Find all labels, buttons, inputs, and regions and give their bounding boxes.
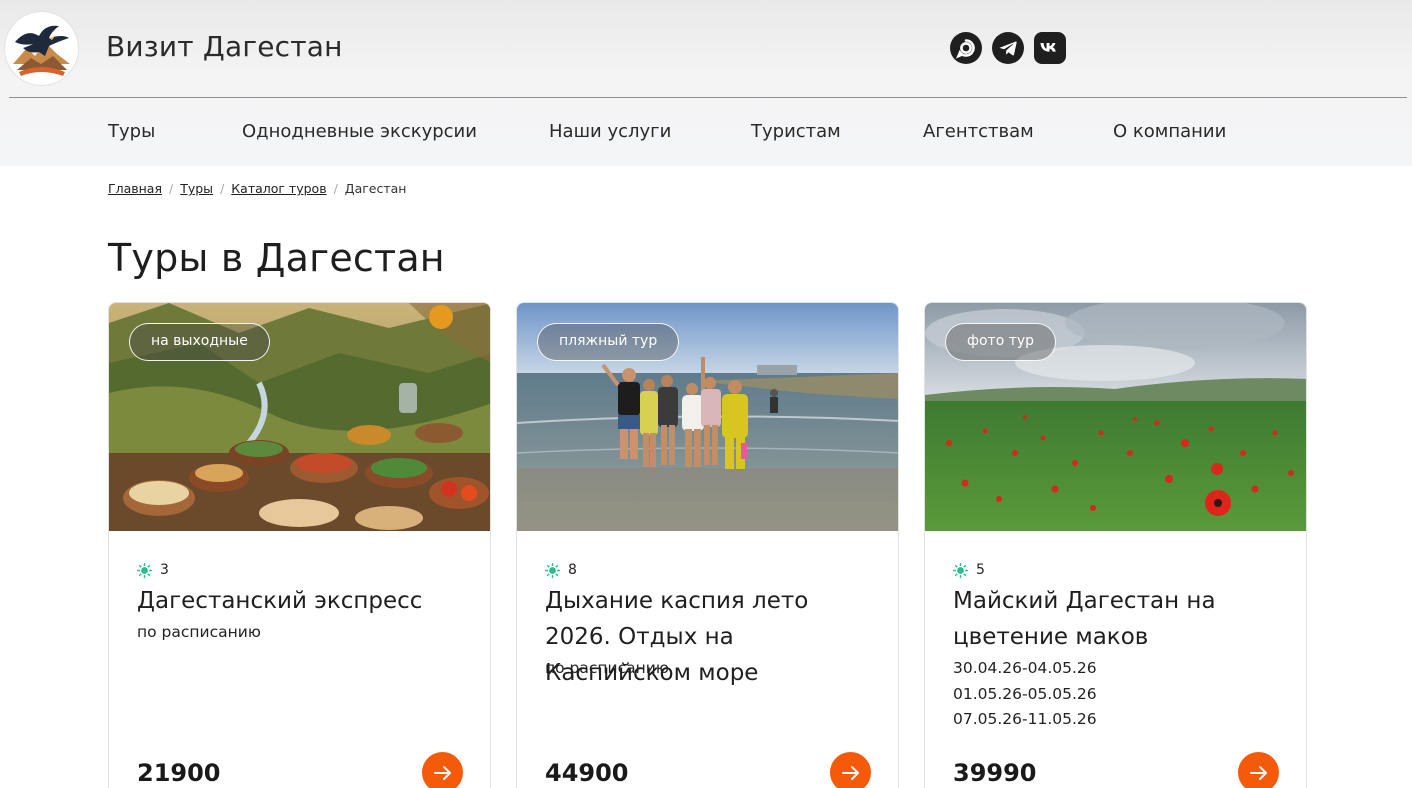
nav-item-tourists[interactable]: Туристам	[751, 121, 841, 142]
site-logo[interactable]	[5, 12, 78, 85]
date-line: 30.04.26-04.05.26	[953, 659, 1097, 677]
page-title: Туры в Дагестан	[108, 236, 445, 280]
tour-card[interactable]: фото тур 5 Майский Дагестан на цветение …	[924, 302, 1307, 788]
card-title[interactable]: Майский Дагестан на цветение маков	[953, 583, 1288, 655]
breadcrumb: Главная / Туры / Каталог туров / Дагеста…	[108, 181, 406, 196]
arrow-right-icon	[1249, 765, 1267, 780]
card-dates: по расписанию	[137, 620, 472, 646]
card-dates: по расписанию	[545, 656, 880, 682]
sun-icon	[545, 562, 560, 578]
card-price: 44900	[545, 759, 629, 787]
eagle-logo-icon	[5, 12, 78, 85]
vk-icon[interactable]	[1034, 32, 1066, 64]
card-badge: на выходные	[129, 323, 270, 361]
nav-item-agencies[interactable]: Агентствам	[923, 121, 1034, 142]
nav-item-services[interactable]: Наши услуги	[549, 121, 671, 142]
arrow-right-icon	[841, 765, 859, 780]
open-tour-button[interactable]	[1238, 752, 1279, 788]
card-title[interactable]: Дагестанский экспресс	[137, 583, 472, 619]
telegram-icon[interactable]	[992, 32, 1024, 64]
social-links	[950, 32, 1066, 64]
duration: 8	[545, 562, 577, 578]
card-price: 39990	[953, 759, 1037, 787]
breadcrumb-separator: /	[169, 181, 174, 196]
date-line: по расписанию	[137, 623, 261, 641]
open-tour-button[interactable]	[422, 752, 463, 788]
arrow-right-icon	[433, 765, 451, 780]
breadcrumb-catalog[interactable]: Каталог туров	[231, 181, 326, 196]
max-messenger-icon[interactable]	[950, 32, 982, 64]
breadcrumb-current: Дагестан	[344, 181, 407, 196]
duration-days: 5	[976, 562, 985, 578]
card-badge: пляжный тур	[537, 323, 680, 361]
sun-icon	[953, 562, 968, 578]
card-price: 21900	[137, 759, 221, 787]
card-dates: 30.04.26-04.05.26 01.05.26-05.05.26 07.0…	[953, 656, 1288, 733]
card-badge: фото тур	[945, 323, 1057, 361]
date-line: 01.05.26-05.05.26	[953, 684, 1097, 703]
date-line: по расписанию	[545, 659, 669, 677]
open-tour-button[interactable]	[830, 752, 871, 788]
tour-card[interactable]: пляжный тур 8 Дыхание каспия лето 2026. …	[516, 302, 899, 788]
breadcrumb-tours[interactable]: Туры	[180, 181, 213, 196]
site-title[interactable]: Визит Дагестан	[106, 30, 343, 63]
nav-item-tours[interactable]: Туры	[108, 121, 155, 142]
main-nav: Туры Однодневные экскурсии Наши услуги Т…	[0, 98, 1412, 166]
breadcrumb-home[interactable]: Главная	[108, 181, 162, 196]
duration: 3	[137, 562, 169, 578]
tour-card[interactable]: на выходные 3 Дагестанский экспресс по р…	[108, 302, 491, 788]
breadcrumb-separator: /	[333, 181, 338, 196]
date-line: 07.05.26-11.05.26	[953, 710, 1097, 728]
duration: 5	[953, 562, 985, 578]
duration-days: 8	[568, 562, 577, 578]
nav-item-day-excursions[interactable]: Однодневные экскурсии	[242, 121, 477, 142]
breadcrumb-separator: /	[220, 181, 225, 196]
duration-days: 3	[160, 562, 169, 578]
sun-icon	[137, 562, 152, 578]
site-header: Визит Дагестан Туры Однодневные экскурси…	[0, 0, 1412, 166]
nav-item-about[interactable]: О компании	[1113, 121, 1226, 142]
